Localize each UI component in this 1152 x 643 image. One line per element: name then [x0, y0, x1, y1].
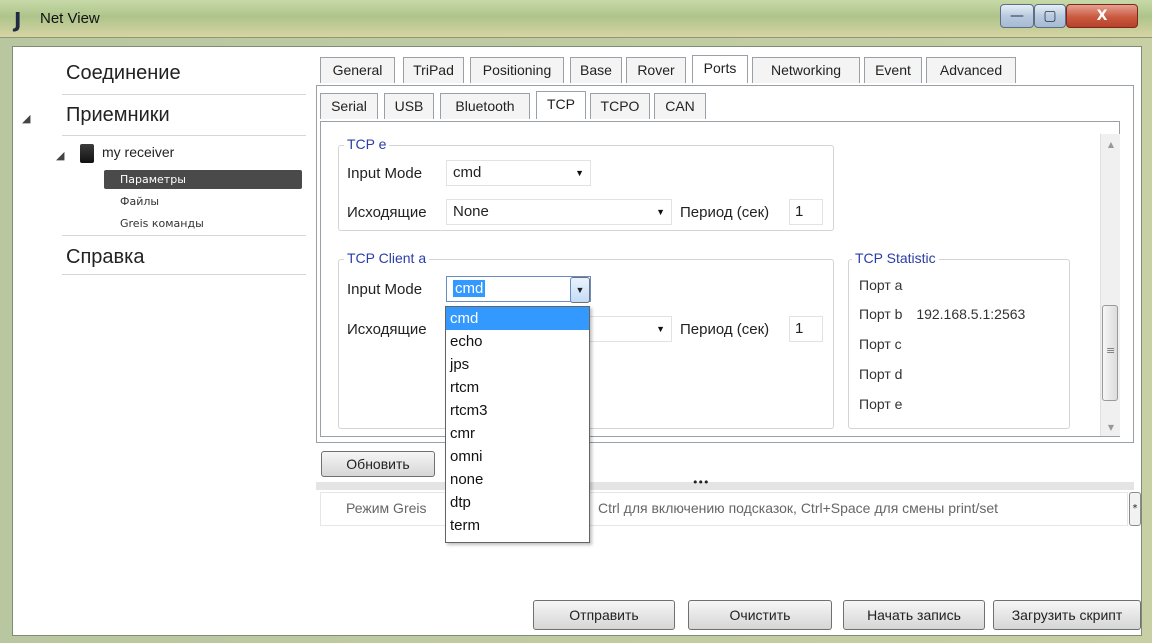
stat-label: Порт b	[859, 306, 903, 322]
tab-usb[interactable]: USB	[384, 93, 434, 119]
tab-base[interactable]: Base	[570, 57, 622, 83]
tab-serial[interactable]: Serial	[320, 93, 378, 119]
stat-row: Порт d	[859, 366, 912, 382]
receiver-name[interactable]: my receiver	[102, 144, 174, 160]
scroll-down-icon[interactable]: ▼	[1101, 423, 1121, 432]
scroll-up-icon[interactable]: ▲	[1101, 140, 1121, 149]
chevron-down-icon: ▼	[575, 168, 584, 178]
receiver-device-icon	[80, 144, 94, 163]
close-button[interactable]: X	[1066, 4, 1138, 28]
stat-row: Порт e	[859, 396, 912, 412]
tcp-e-title: TCP e	[344, 136, 390, 152]
chevron-down-icon[interactable]: ▼	[570, 277, 590, 303]
divider	[62, 135, 306, 136]
minimize-button[interactable]: —	[1000, 4, 1034, 28]
select-value: cmd	[453, 164, 482, 181]
period-label: Период (сек)	[680, 204, 770, 221]
nav-files[interactable]: Файлы	[104, 192, 302, 211]
window-title: Net View	[40, 10, 100, 27]
dropdown-option-dtp[interactable]: dtp	[446, 491, 589, 514]
tcp-client-a-title: TCP Client a	[344, 250, 430, 266]
dropdown-option-echo[interactable]: echo	[446, 330, 589, 353]
nav-connection[interactable]: Соединение	[66, 62, 181, 85]
nav-parameters[interactable]: Параметры	[104, 170, 302, 189]
tab-tcpo[interactable]: TCPO	[590, 93, 650, 119]
dropdown-option-rtcm[interactable]: rtcm	[446, 376, 589, 399]
tcp-client-a-input-mode-select[interactable]: cmd ▼	[446, 276, 591, 303]
input-mode-label: Input Mode	[347, 281, 423, 298]
app-logo-icon: J	[14, 8, 22, 32]
nav-help[interactable]: Справка	[66, 246, 144, 269]
chevron-down-icon: ▼	[656, 207, 665, 217]
tcp-e-input-mode-select[interactable]: cmd ▼	[446, 160, 591, 186]
chevron-down-icon: ▼	[656, 324, 665, 334]
tab-advanced[interactable]: Advanced	[926, 57, 1016, 83]
divider	[62, 274, 306, 275]
period-label: Период (сек)	[680, 321, 770, 338]
tcp-statistic-title: TCP Statistic	[852, 250, 939, 266]
tab-ports[interactable]: Ports	[692, 55, 748, 83]
tab-tripad[interactable]: TriPad	[403, 57, 464, 83]
outgoing-label: Исходящие	[347, 321, 427, 338]
stat-row: Порт b 192.168.5.1:2563	[859, 306, 1025, 322]
tab-can[interactable]: CAN	[654, 93, 706, 119]
select-value: cmd	[453, 280, 486, 297]
tab-networking[interactable]: Networking	[752, 57, 860, 83]
stat-row: Порт c	[859, 336, 912, 352]
stat-value: 192.168.5.1:2563	[916, 306, 1026, 322]
stat-label: Порт e	[859, 396, 903, 412]
tab-event[interactable]: Event	[864, 57, 922, 83]
collapse-triangle-icon[interactable]: ◢	[56, 149, 64, 162]
dropdown-option-term[interactable]: term	[446, 514, 589, 537]
send-button[interactable]: Отправить	[533, 600, 675, 630]
port-tabs: Serial USB Bluetooth TCP TCPO CAN	[320, 91, 740, 121]
nav-greis-commands[interactable]: Greis команды	[104, 214, 302, 233]
divider	[62, 235, 306, 236]
stat-label: Порт d	[859, 366, 903, 382]
nav-receivers[interactable]: Приемники	[66, 104, 170, 127]
tcp-e-outgoing-select[interactable]: None ▼	[446, 199, 672, 225]
select-value: None	[453, 203, 489, 220]
main-tabs: General TriPad Positioning Base Rover Po…	[320, 55, 1040, 85]
grip-icon: ≡	[1106, 344, 1116, 357]
tcp-client-a-period-input[interactable]: 1	[789, 316, 823, 342]
start-record-button[interactable]: Начать запись	[843, 600, 985, 630]
maximize-button[interactable]: ▢	[1034, 4, 1066, 28]
stat-label: Порт a	[859, 277, 903, 293]
tab-positioning[interactable]: Positioning	[470, 57, 564, 83]
title-bar[interactable]: J Net View — ▢ X	[0, 0, 1152, 38]
scrollbar-thumb[interactable]: ≡	[1102, 305, 1118, 401]
outgoing-label: Исходящие	[347, 204, 427, 221]
asterisk-icon[interactable]: *	[1129, 492, 1141, 526]
dropdown-option-omni[interactable]: omni	[446, 445, 589, 468]
dropdown-option-jps[interactable]: jps	[446, 353, 589, 376]
collapse-triangle-icon[interactable]: ◢	[22, 112, 30, 125]
dropdown-option-cmd[interactable]: cmd	[446, 307, 589, 330]
refresh-button[interactable]: Обновить	[321, 451, 435, 477]
stat-row: Порт a	[859, 277, 912, 293]
dropdown-option-cmr[interactable]: cmr	[446, 422, 589, 445]
input-mode-label: Input Mode	[347, 165, 423, 182]
load-script-button[interactable]: Загрузить скрипт	[993, 600, 1141, 630]
divider	[62, 94, 306, 95]
stat-label: Порт c	[859, 336, 902, 352]
tab-tcp[interactable]: TCP	[536, 91, 586, 119]
dropdown-option-none[interactable]: none	[446, 468, 589, 491]
tab-rover[interactable]: Rover	[626, 57, 686, 83]
splitter[interactable]	[316, 482, 1134, 490]
tab-general[interactable]: General	[320, 57, 395, 83]
console-hint-left: Режим Greis	[346, 500, 427, 516]
clear-button[interactable]: Очистить	[688, 600, 832, 630]
tcp-e-period-input[interactable]: 1	[789, 199, 823, 225]
input-mode-dropdown-list[interactable]: cmd echo jps rtcm rtcm3 cmr omni none dt…	[445, 306, 590, 543]
dropdown-option-rtcm3[interactable]: rtcm3	[446, 399, 589, 422]
tab-bluetooth[interactable]: Bluetooth	[440, 93, 530, 119]
splitter-grip-icon[interactable]: •••	[692, 476, 709, 489]
console-hint-right: Ctrl для включению подсказок, Ctrl+Space…	[598, 500, 999, 516]
